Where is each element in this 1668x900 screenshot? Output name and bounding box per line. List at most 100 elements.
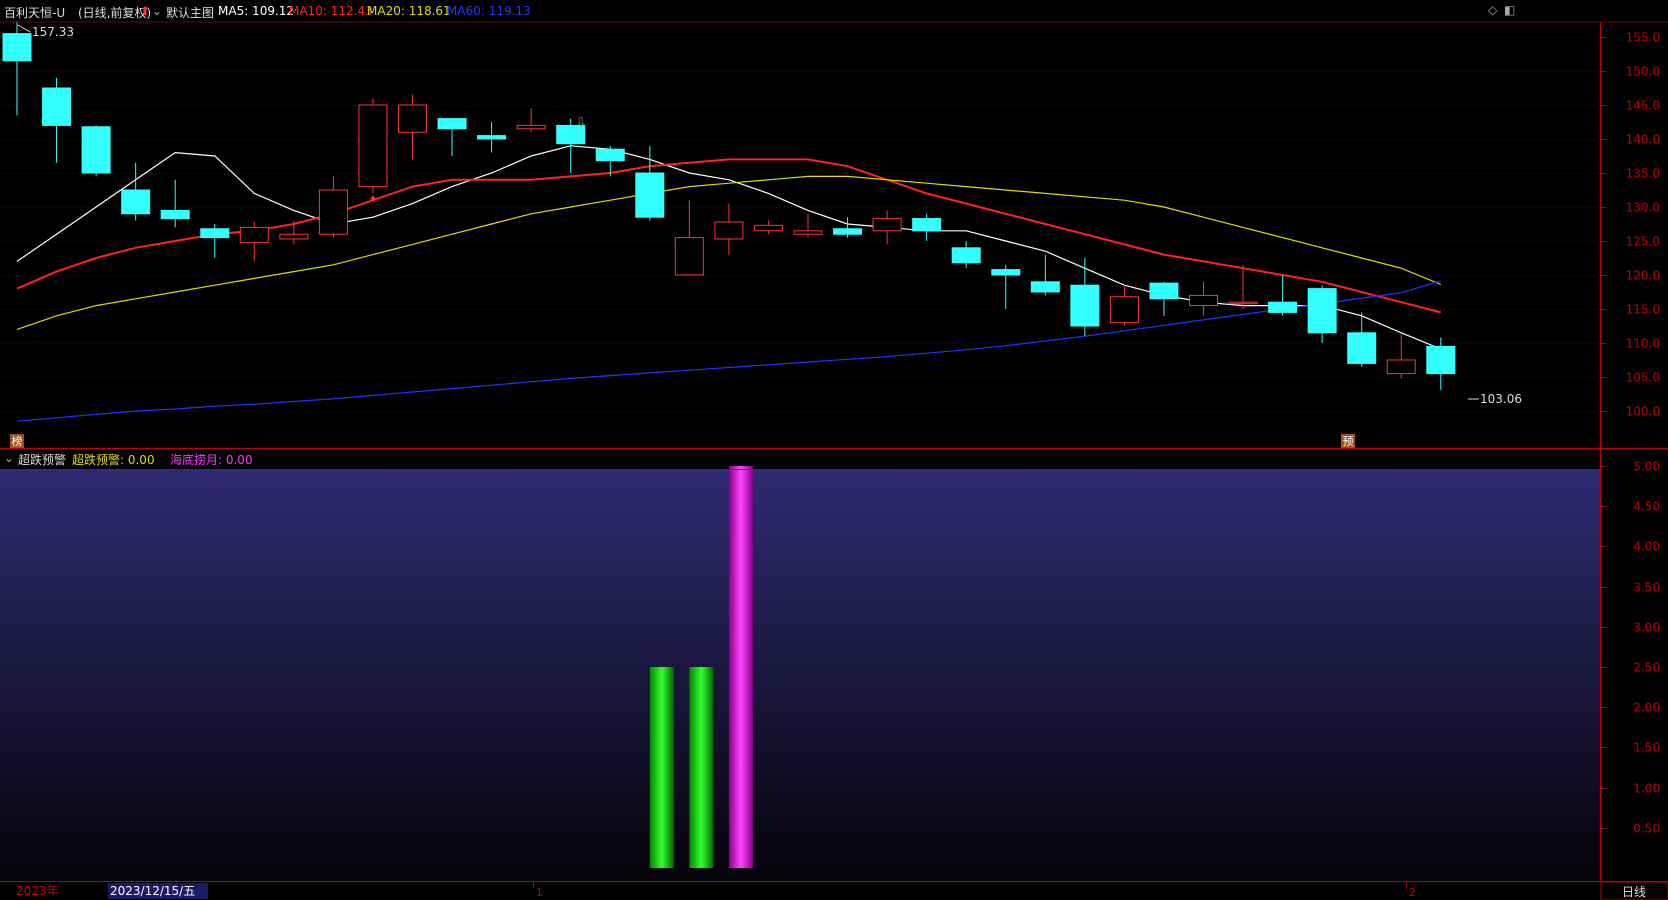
- month2-label: 2: [1409, 886, 1416, 899]
- candle[interactable]: [160, 179, 190, 228]
- candle-body: [398, 104, 427, 133]
- low-mark-label: 103.06: [1480, 392, 1522, 406]
- candle[interactable]: [398, 94, 427, 160]
- price-tick-label: 120.0: [1626, 269, 1660, 283]
- candle-body: [318, 189, 348, 235]
- candle-body: [793, 230, 823, 235]
- candle-body: [1228, 301, 1258, 305]
- left-tag-label: 榜: [12, 434, 23, 448]
- oversold-warning-bar: [689, 667, 714, 868]
- candle-body: [1307, 288, 1337, 334]
- candle-body: [1109, 296, 1139, 324]
- price-tick-label: 150.0: [1626, 65, 1660, 79]
- buy-signal-icon: ✦: [368, 192, 378, 206]
- indicator-tick-label: 5.00: [1633, 460, 1660, 474]
- candle[interactable]: [1030, 254, 1060, 296]
- indicator-tick-label: 4.00: [1633, 540, 1660, 554]
- candle-body: [753, 224, 783, 232]
- candle-body: [833, 228, 863, 235]
- candle[interactable]: [753, 220, 783, 235]
- bottom-fishing-bar: [728, 466, 753, 868]
- ma-line-ma60: [16, 280, 1441, 422]
- indicator-tick-label: 2.50: [1633, 661, 1660, 675]
- oversold-warning-bar: [649, 667, 674, 868]
- high-mark-label: 157.33: [32, 25, 74, 39]
- indicator-tick-label: 3.00: [1633, 621, 1660, 635]
- indicator-tick-label: 1.50: [1633, 741, 1660, 755]
- candle[interactable]: [42, 77, 72, 163]
- price-tick-label: 140.0: [1626, 133, 1660, 147]
- candle-body: [872, 218, 902, 232]
- candle[interactable]: [121, 162, 151, 221]
- price-tick-label: 155.0: [1626, 31, 1660, 45]
- candle-body: [714, 221, 744, 240]
- candle-body: [81, 126, 111, 174]
- candle-body: [121, 189, 151, 215]
- candle-body: [358, 104, 388, 188]
- candle[interactable]: [1189, 281, 1218, 316]
- candle[interactable]: [991, 264, 1021, 309]
- price-tick-label: 135.0: [1626, 167, 1660, 181]
- candle[interactable]: [1109, 285, 1139, 326]
- indicator-panel-background: [0, 470, 1600, 881]
- candle-body: [674, 237, 704, 276]
- candle[interactable]: [793, 213, 823, 238]
- candle[interactable]: [239, 221, 269, 262]
- candle[interactable]: [1149, 281, 1179, 316]
- candle[interactable]: [477, 122, 507, 153]
- price-tick-label: 145.0: [1626, 99, 1660, 113]
- candle[interactable]: [1307, 285, 1337, 343]
- candle[interactable]: [1228, 264, 1258, 309]
- candle-body: [1030, 281, 1060, 293]
- candle-body: [477, 135, 507, 140]
- candle[interactable]: [358, 98, 388, 194]
- down-arrow-signal-icon: ⇩: [576, 115, 586, 129]
- candle-body: [912, 218, 942, 232]
- candle-body: [1070, 284, 1100, 327]
- candle-body: [1426, 345, 1456, 375]
- candle-body: [437, 118, 467, 130]
- price-tick-label: 110.0: [1626, 337, 1660, 351]
- candle-body: [160, 209, 190, 220]
- indicator-tick-label: 4.50: [1633, 500, 1660, 514]
- right-tag-label: 预: [1343, 435, 1354, 448]
- price-tick-label: 115.0: [1626, 303, 1660, 317]
- price-tick-label: 100.0: [1626, 405, 1660, 419]
- candle[interactable]: [279, 220, 309, 245]
- candle[interactable]: [1386, 332, 1416, 379]
- candle[interactable]: [81, 125, 111, 177]
- candle[interactable]: [1268, 275, 1298, 316]
- candle[interactable]: [2, 21, 32, 116]
- candle-body: [991, 269, 1021, 276]
- candle-body: [595, 148, 625, 162]
- high-mark-pointer: [17, 24, 31, 33]
- period-button-label: 日线: [1622, 885, 1646, 899]
- price-tick-label: 125.0: [1626, 235, 1660, 249]
- candle-body: [1268, 301, 1298, 313]
- candle[interactable]: [912, 213, 942, 241]
- candle[interactable]: [437, 118, 467, 156]
- candle[interactable]: [516, 108, 546, 133]
- candle-body: [951, 247, 981, 264]
- candle-body: [42, 87, 72, 126]
- indicator-tick-label: 1.00: [1633, 782, 1660, 796]
- year-label: 2023年: [16, 884, 59, 898]
- candle[interactable]: [872, 210, 902, 245]
- candle-body: [239, 226, 269, 243]
- candle-body: [1347, 332, 1377, 364]
- chart-canvas[interactable]: 155.0 150.0 145.0 140.0 135.0 130.0 125.0 120.0…: [0, 0, 1668, 900]
- candle[interactable]: [674, 200, 704, 276]
- candle[interactable]: [1070, 258, 1100, 337]
- candle-body: [1149, 282, 1179, 300]
- candle[interactable]: [951, 241, 981, 269]
- month1-label: 1: [536, 886, 543, 899]
- candle-body: [1189, 294, 1218, 307]
- candle[interactable]: [714, 203, 744, 255]
- candle[interactable]: [318, 176, 348, 238]
- price-tick-label: 105.0: [1626, 371, 1660, 385]
- indicator-tick-label: 2.00: [1633, 701, 1660, 715]
- candle-body: [1386, 359, 1416, 375]
- candle-body: [635, 172, 665, 218]
- candle-body: [279, 233, 309, 240]
- indicator-tick-label: 0.50: [1633, 822, 1660, 836]
